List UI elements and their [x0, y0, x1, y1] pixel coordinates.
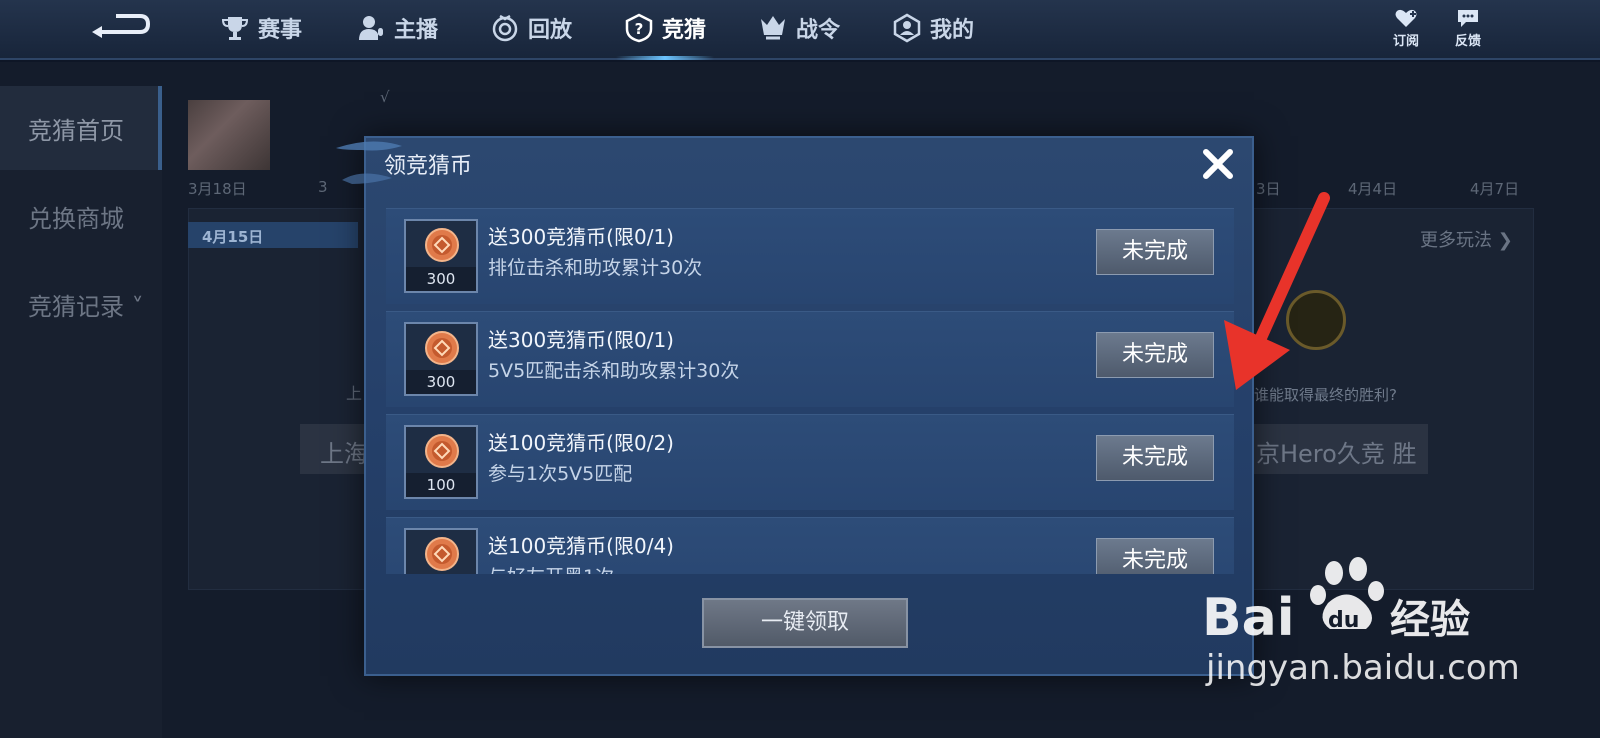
coin-icon: [425, 228, 459, 262]
task-status-button[interactable]: 未完成: [1096, 229, 1214, 275]
task-title: 送100竞猜币(限0/2): [488, 431, 674, 455]
top-nav-bar: 赛事 主播 回放 ? 竞猜 战令 我的 订阅 反馈: [0, 0, 1600, 60]
sidebar: 竞猜首页 兑换商城 竞猜记录 ˅: [0, 86, 162, 738]
feedback-label: 反馈: [1454, 34, 1481, 49]
nav-tab-events[interactable]: 赛事: [220, 0, 302, 56]
coin-reward-box: [404, 528, 478, 574]
background-date: 3: [318, 178, 328, 196]
current-date-strip[interactable]: 4月15日: [188, 222, 358, 248]
trophy-icon: [221, 17, 249, 40]
task-row: 送100竞猜币(限0/4) 与好友开黑1次 未完成: [386, 517, 1234, 574]
task-description: 排位击杀和助攻累计30次: [488, 257, 703, 279]
task-title: 送300竞猜币(限0/1): [488, 328, 674, 352]
nav-tab-replay[interactable]: 回放: [490, 0, 572, 56]
annotation-arrow-icon: [1224, 192, 1330, 390]
svg-text:经验: 经验: [1390, 597, 1470, 643]
nav-tab-guess[interactable]: ? 竞猜: [615, 0, 715, 60]
background-date: 4月7日: [1470, 180, 1520, 198]
heart-plus-icon: [1395, 9, 1417, 27]
sidebar-item-guess-records[interactable]: 竞猜记录 ˅: [0, 262, 162, 346]
task-row: 300 送300竞猜币(限0/1) 5V5匹配击杀和助攻累计30次 未完成: [386, 311, 1234, 407]
task-row: 100 送100竞猜币(限0/2) 参与1次5V5匹配 未完成: [386, 414, 1234, 510]
svg-text:Bai: Bai: [1202, 588, 1295, 648]
profile-icon: [893, 13, 921, 43]
coin-reward-box: 100: [404, 425, 478, 499]
background-stray-text: 上: [346, 384, 363, 403]
coin-amount: 100: [406, 473, 476, 497]
background-date: 3月18日: [188, 180, 247, 198]
team-left-label: 上海: [320, 440, 368, 468]
back-arrow-icon[interactable]: [88, 8, 152, 44]
task-description: 参与1次5V5匹配: [488, 463, 633, 485]
question-shield-icon: ?: [625, 13, 653, 43]
task-status-button[interactable]: 未完成: [1096, 435, 1214, 481]
coin-amount: 300: [406, 267, 476, 291]
nav-tab-label: 竞猜: [662, 18, 707, 43]
svg-text:du: du: [1328, 608, 1359, 633]
more-gameplay-link[interactable]: 更多玩法 ❯: [1420, 226, 1513, 252]
task-status-button[interactable]: 未完成: [1096, 332, 1214, 378]
nav-tab-label: 回放: [528, 18, 573, 43]
claim-all-button[interactable]: 一键领取: [702, 598, 908, 648]
coin-icon: [425, 537, 459, 571]
chat-bubble-icon: [1458, 10, 1478, 27]
sidebar-item-exchange-shop[interactable]: 兑换商城: [0, 174, 162, 258]
sidebar-item-label: 竞猜首页: [28, 116, 124, 145]
team-right-button[interactable]: 京Hero久竞 胜: [1246, 424, 1428, 474]
battle-pass-icon: [761, 16, 785, 40]
avatar: [188, 100, 270, 170]
replay-icon: [492, 14, 518, 42]
nav-tab-battle-pass[interactable]: 战令: [758, 0, 840, 56]
task-title: 送100竞猜币(限0/4): [488, 534, 674, 558]
watermark-url: jingyan.baidu.com: [1206, 648, 1520, 688]
close-icon[interactable]: [1198, 144, 1238, 184]
background-date: 4月4日: [1348, 180, 1398, 198]
task-description: 5V5匹配击杀和助攻累计30次: [488, 360, 740, 382]
team-right-label: 京Hero久竞 胜: [1256, 440, 1417, 468]
nav-tab-label: 战令: [796, 18, 841, 43]
sidebar-item-guess-home[interactable]: 竞猜首页: [0, 86, 162, 170]
nav-tab-label: 赛事: [258, 18, 303, 43]
svg-text:?: ?: [635, 20, 644, 38]
task-row: 300 送300竞猜币(限0/1) 排位击杀和助攻累计30次 未完成: [386, 208, 1234, 304]
dialog-swirl-ornament: [336, 141, 402, 184]
coin-icon: [425, 331, 459, 365]
nav-tab-label: 主播: [394, 18, 439, 43]
feedback-button[interactable]: 反馈: [1446, 8, 1490, 49]
streamer-icon: [359, 16, 383, 40]
coin-icon: [425, 434, 459, 468]
background-check-mark: √: [380, 88, 390, 106]
task-list[interactable]: 300 送300竞猜币(限0/1) 排位击杀和助攻累计30次 未完成 300 送…: [386, 208, 1234, 574]
task-description: 与好友开黑1次: [488, 562, 614, 574]
task-title: 送300竞猜币(限0/1): [488, 225, 674, 249]
current-date-label: 4月15日: [202, 228, 264, 246]
sidebar-item-label: 竞猜记录 ˅: [28, 292, 144, 321]
task-status-button[interactable]: 未完成: [1096, 538, 1214, 574]
subscribe-label: 订阅: [1392, 34, 1419, 49]
nav-tab-streamers[interactable]: 主播: [356, 0, 438, 56]
subscribe-button[interactable]: 订阅: [1384, 8, 1428, 49]
team-left-button[interactable]: 上海: [300, 424, 368, 474]
nav-tab-mine[interactable]: 我的: [892, 0, 974, 56]
coin-amount: 300: [406, 370, 476, 394]
coin-reward-box: 300: [404, 219, 478, 293]
sidebar-item-label: 兑换商城: [28, 204, 124, 233]
nav-tab-label: 我的: [930, 18, 975, 43]
claim-coins-dialog: 领竞猜币 300 送300竞猜币(限0/1) 排位击杀和助攻累计30次 未完成: [364, 136, 1254, 676]
coin-reward-box: 300: [404, 322, 478, 396]
